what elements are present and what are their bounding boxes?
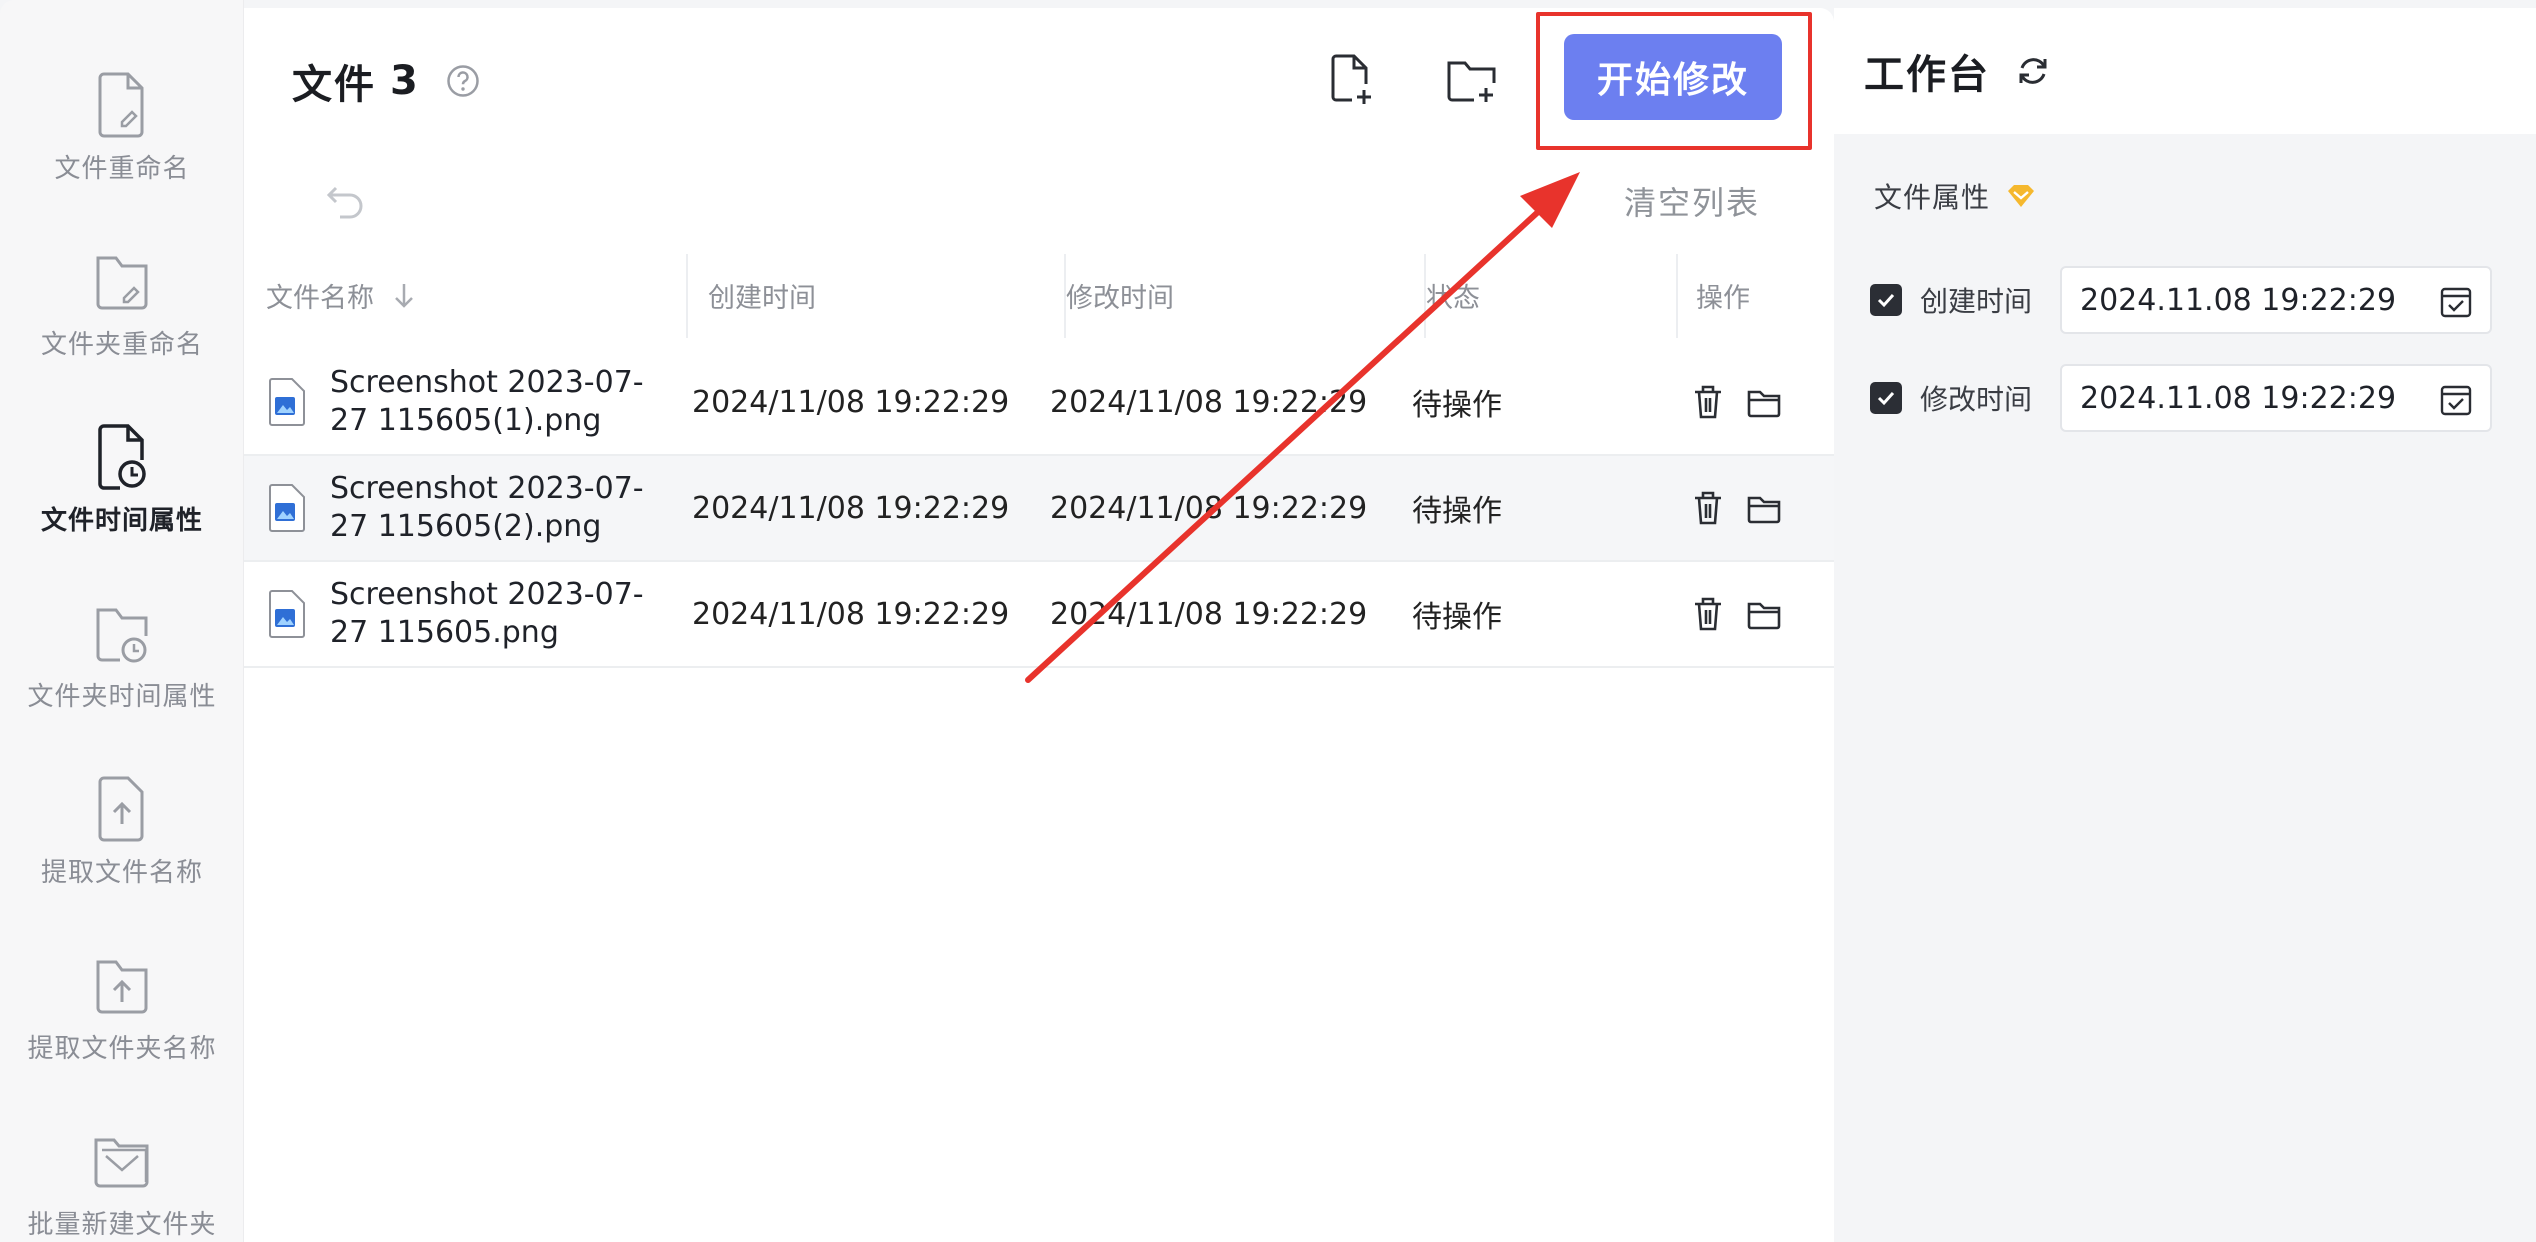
vip-diamond-icon xyxy=(2008,185,2035,207)
modified-time-cell: 2024/11/08 19:22:29 xyxy=(1050,384,1368,420)
add-file-icon[interactable] xyxy=(1322,50,1380,108)
created-time-cell: 2024/11/08 19:22:29 xyxy=(692,596,1010,632)
sidebar-item-folder-rename[interactable]: 文件夹重命名 xyxy=(0,244,244,394)
status-cell: 待操作 xyxy=(1412,494,1502,529)
column-label: 创建时间 xyxy=(708,282,816,314)
column-header-actions: 操作 xyxy=(1696,240,1826,350)
file-name-cell: Screenshot 2023-07-27 115605(1).png xyxy=(266,350,650,454)
folder-time-icon xyxy=(96,608,148,663)
refresh-icon[interactable] xyxy=(2014,52,2052,90)
prop-row-modified: 修改时间 2024.11.08 19:22:29 xyxy=(1870,364,2492,432)
file-rename-icon xyxy=(98,72,144,138)
created-time-cell: 2024/11/08 19:22:29 xyxy=(692,490,1010,526)
status-cell: 待操作 xyxy=(1412,600,1502,635)
file-name: Screenshot 2023-07-27 115605(2).png xyxy=(330,471,644,544)
image-file-icon xyxy=(269,378,305,426)
modified-time-cell: 2024/11/08 19:22:29 xyxy=(1050,490,1368,526)
sidebar-item-extract-filename[interactable]: 提取文件名称 xyxy=(0,772,244,922)
column-label: 状态 xyxy=(1426,282,1480,314)
modified-time-value: 2024.11.08 19:22:29 xyxy=(2080,380,2397,416)
file-time-icon xyxy=(98,424,146,490)
batch-folder-icon xyxy=(94,1138,149,1188)
table-row[interactable]: Screenshot 2023-07-27 115605.png 2024/11… xyxy=(244,562,1834,668)
sidebar-item-file-rename[interactable]: 文件重命名 xyxy=(0,68,244,218)
column-header-status: 状态 xyxy=(1426,240,1678,350)
column-label: 文件名称 xyxy=(266,282,374,314)
sidebar-item-label: 文件夹时间属性 xyxy=(27,682,217,712)
sidebar-item-batch-folder[interactable]: 批量新建文件夹 xyxy=(0,1124,244,1242)
modified-time-cell: 2024/11/08 19:22:29 xyxy=(1050,596,1368,632)
created-time-cell: 2024/11/08 19:22:29 xyxy=(692,384,1010,420)
file-name-cell: Screenshot 2023-07-27 115605.png xyxy=(266,562,650,666)
sidebar-item-file-time[interactable]: 文件时间属性 xyxy=(0,420,244,570)
created-time-value: 2024.11.08 19:22:29 xyxy=(2080,282,2397,318)
sidebar-item-label: 文件重命名 xyxy=(54,154,190,184)
open-folder-icon[interactable] xyxy=(1746,382,1782,422)
delete-icon[interactable] xyxy=(1690,382,1726,422)
open-folder-icon[interactable] xyxy=(1746,488,1782,528)
created-time-input[interactable]: 2024.11.08 19:22:29 xyxy=(2060,266,2492,334)
table-row[interactable]: Screenshot 2023-07-27 115605(2).png 2024… xyxy=(244,456,1834,562)
help-icon[interactable] xyxy=(446,64,480,98)
check-icon xyxy=(1877,293,1895,308)
check-icon xyxy=(1877,391,1895,406)
actions-cell xyxy=(1690,350,1782,454)
folder-rename-icon xyxy=(96,256,148,310)
section-title: 文件属性 xyxy=(1874,181,1991,214)
workbench-panel: 工作台 文件属性 创建时间 2024.11.08 19:22:29 修改时间 2… xyxy=(1834,8,2536,1242)
sidebar: 文件重命名 文件夹重命名 文件时间属性 文件夹时间属性 提取文件名称 提取文件夹… xyxy=(0,0,244,1242)
add-folder-icon[interactable] xyxy=(1442,50,1500,108)
modified-time-checkbox[interactable] xyxy=(1870,382,1902,414)
file-count: 3 xyxy=(390,58,418,104)
column-label: 修改时间 xyxy=(1066,282,1174,314)
created-time-label: 创建时间 xyxy=(1920,285,2033,318)
app-window: 文件重命名 文件夹重命名 文件时间属性 文件夹时间属性 提取文件名称 提取文件夹… xyxy=(0,0,2536,1242)
open-folder-icon[interactable] xyxy=(1746,594,1782,634)
file-name: Screenshot 2023-07-27 115605(1).png xyxy=(330,365,644,438)
file-name: Screenshot 2023-07-27 115605.png xyxy=(330,577,644,650)
calendar-icon[interactable] xyxy=(2438,382,2474,418)
sort-down-icon[interactable] xyxy=(392,280,416,310)
sidebar-item-label: 提取文件名称 xyxy=(40,858,203,888)
file-properties-heading: 文件属性 xyxy=(1874,176,2038,216)
file-name-cell: Screenshot 2023-07-27 115605(2).png xyxy=(266,456,650,560)
sidebar-item-label: 文件时间属性 xyxy=(40,506,203,536)
table-row[interactable]: Screenshot 2023-07-27 115605(1).png 2024… xyxy=(244,350,1834,456)
actions-cell xyxy=(1690,562,1782,666)
file-list-panel: 文件 3 开始修改 清空列表 文件名称 创建时间 修改时间 状态 操作 Scre… xyxy=(244,8,1834,1242)
image-file-icon xyxy=(269,484,305,532)
file-table: 文件名称 创建时间 修改时间 状态 操作 Screenshot 2023-07-… xyxy=(244,240,1834,668)
workbench-header: 工作台 xyxy=(1834,8,2536,134)
created-time-checkbox[interactable] xyxy=(1870,284,1902,316)
file-extract-icon xyxy=(98,776,144,842)
sidebar-item-label: 提取文件夹名称 xyxy=(27,1034,217,1064)
clear-list-button[interactable]: 清空列表 xyxy=(1624,178,1760,224)
folder-extract-icon xyxy=(96,960,148,1014)
column-header-name[interactable]: 文件名称 xyxy=(266,240,688,350)
modified-time-input[interactable]: 2024.11.08 19:22:29 xyxy=(2060,364,2492,432)
prop-row-created: 创建时间 2024.11.08 19:22:29 xyxy=(1870,266,2492,334)
actions-cell xyxy=(1690,456,1782,560)
calendar-icon[interactable] xyxy=(2438,284,2474,320)
title-text: 文件 xyxy=(292,62,376,108)
sidebar-item-label: 文件夹重命名 xyxy=(40,330,203,360)
image-file-icon xyxy=(269,590,305,638)
page-title: 文件 3 xyxy=(292,52,480,110)
workbench-title: 工作台 xyxy=(1864,52,1990,98)
delete-icon[interactable] xyxy=(1690,594,1726,634)
modified-time-label: 修改时间 xyxy=(1920,383,2033,416)
sidebar-item-label: 批量新建文件夹 xyxy=(27,1210,217,1240)
table-header: 文件名称 创建时间 修改时间 状态 操作 xyxy=(244,240,1834,350)
sidebar-item-extract-foldername[interactable]: 提取文件夹名称 xyxy=(0,948,244,1098)
sidebar-item-folder-time[interactable]: 文件夹时间属性 xyxy=(0,596,244,746)
undo-icon[interactable] xyxy=(324,176,368,220)
column-header-modified[interactable]: 修改时间 xyxy=(1066,240,1426,350)
start-modify-button[interactable]: 开始修改 xyxy=(1564,34,1782,120)
column-label: 操作 xyxy=(1696,282,1750,314)
status-cell: 待操作 xyxy=(1412,388,1502,423)
column-header-created[interactable]: 创建时间 xyxy=(708,240,1066,350)
delete-icon[interactable] xyxy=(1690,488,1726,528)
